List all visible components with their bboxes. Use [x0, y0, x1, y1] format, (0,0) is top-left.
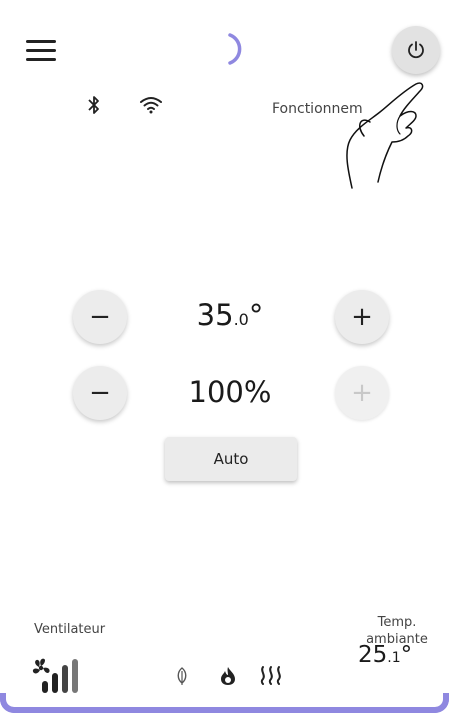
power-button[interactable] — [392, 26, 440, 74]
temperature-setpoint: 35.0° — [150, 298, 310, 332]
ambient-temp-decimal: .1 — [387, 650, 401, 666]
bluetooth-icon — [88, 96, 99, 114]
plus-icon: + — [351, 302, 373, 332]
minus-icon: − — [89, 302, 111, 332]
fan-level-icon[interactable] — [30, 655, 92, 695]
fan-speed-plus-button[interactable]: + — [335, 366, 389, 420]
app-frame — [0, 0, 449, 713]
fan-label: Ventilateur — [34, 622, 106, 637]
ambient-temp-integer: 25 — [358, 642, 388, 668]
plus-icon: + — [351, 378, 373, 408]
power-icon — [408, 41, 424, 59]
ambient-label-line1: Temp. — [377, 615, 417, 630]
wifi-icon — [140, 97, 162, 114]
fan-speed-value: 100% — [188, 375, 272, 409]
fan-speed-minus-button[interactable]: − — [73, 366, 127, 420]
heat-waves-icon[interactable] — [258, 665, 284, 685]
minus-icon: − — [89, 378, 111, 408]
leaf-icon[interactable] — [175, 667, 189, 685]
temperature-integer: 35 — [196, 298, 234, 332]
ambient-temp-unit: ° — [400, 642, 413, 668]
status-text: Fonctionnement — [272, 101, 362, 117]
hamburger-menu-icon[interactable] — [26, 40, 56, 64]
spinner-icon — [228, 33, 242, 65]
auto-button[interactable]: Auto — [165, 437, 297, 481]
flame-icon[interactable] — [220, 666, 236, 686]
temperature-decimal: .0 — [233, 310, 249, 329]
temperature-plus-button[interactable]: + — [335, 290, 389, 344]
temperature-minus-button[interactable]: − — [73, 290, 127, 344]
ambient-temperature-value: 25.1° — [358, 642, 412, 668]
temperature-unit: ° — [248, 298, 264, 332]
